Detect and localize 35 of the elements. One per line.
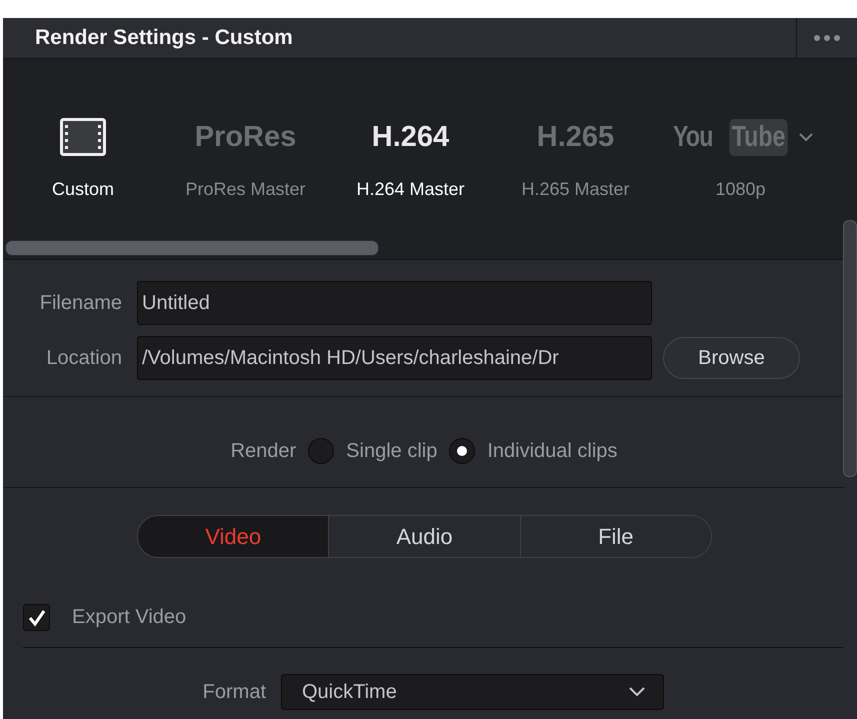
input-field[interactable]: Untitled <box>137 281 652 325</box>
tab[interactable]: Video <box>138 516 330 557</box>
format-label: Format <box>202 680 267 704</box>
film-icon <box>60 118 106 156</box>
preset-item[interactable]: H.264 H.264 Master <box>328 109 493 200</box>
radio-button[interactable] <box>449 438 476 464</box>
preset-item[interactable]: H.265 H.265 Master <box>493 109 658 200</box>
chevron-down-icon <box>629 687 645 697</box>
preset-label: Custom <box>52 179 114 200</box>
scrollbar[interactable] <box>843 220 857 477</box>
preset-logo: H.265 <box>536 120 614 154</box>
browse-button[interactable]: Browse <box>663 337 800 379</box>
checkbox-label: Export Video <box>72 606 186 629</box>
preset-item[interactable]: ProRes ProRes Master <box>163 109 328 200</box>
field-label: Filename <box>38 292 123 314</box>
window-title: Render Settings - Custom <box>34 26 294 50</box>
preset-item[interactable]: Custom <box>3 109 163 200</box>
checkbox[interactable] <box>23 604 50 631</box>
preset-logo: You <box>673 120 713 154</box>
preset-label: 1080p <box>715 179 766 200</box>
radio-button[interactable] <box>308 438 334 464</box>
render-label: Render <box>230 440 296 462</box>
input-field[interactable]: /Volumes/Macintosh HD/Users/charleshaine/Dr <box>137 336 652 380</box>
preset-label: H.265 Master <box>521 179 630 200</box>
field-label: Location <box>45 346 123 370</box>
preset-label: ProRes Master <box>185 179 306 200</box>
preset-label: H.264 Master <box>356 179 465 200</box>
chevron-down-icon[interactable] <box>798 132 813 142</box>
scrollbar[interactable] <box>5 240 379 256</box>
preset-logo: ProRes <box>194 120 296 154</box>
radio-label[interactable]: Individual clips <box>487 440 618 462</box>
more-icon[interactable] <box>813 34 841 42</box>
preset-logo: H.264 <box>372 120 450 154</box>
format-dropdown[interactable]: QuickTime <box>281 674 664 710</box>
radio-label[interactable]: Single clip <box>346 440 438 462</box>
